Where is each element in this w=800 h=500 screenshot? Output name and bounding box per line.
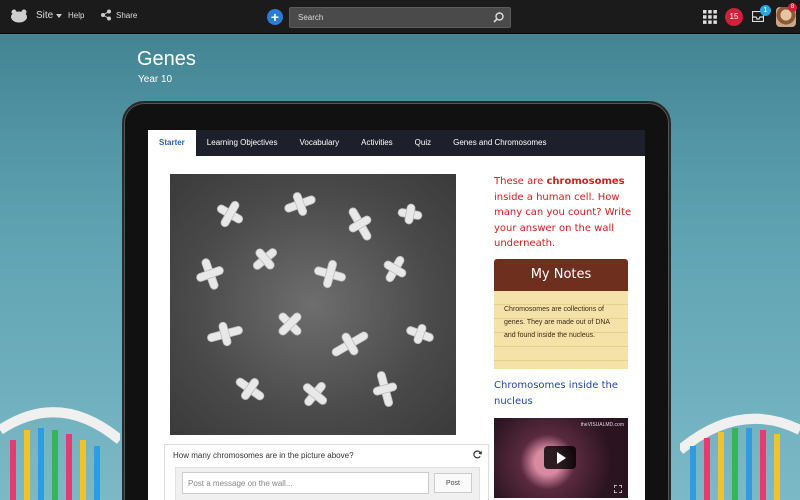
site-menu-button[interactable]: Site	[36, 10, 63, 21]
starter-instructions: These are chromosomes inside a human cel…	[494, 174, 634, 252]
notes-title: My Notes	[494, 259, 628, 291]
wall-question: How many chromosomes are in the picture …	[173, 451, 354, 460]
video-title: Chromosomes inside the nucleus	[494, 380, 618, 407]
lesson-screen: Starter Learning Objectives Vocabulary A…	[148, 130, 645, 500]
search-icon[interactable]	[493, 12, 504, 23]
inbox-count-badge: 1	[760, 5, 771, 16]
notifications-badge[interactable]: 15	[725, 8, 743, 26]
search-input[interactable]	[290, 8, 480, 27]
tab-activities[interactable]: Activities	[350, 130, 404, 156]
wall-message-input[interactable]	[182, 472, 429, 494]
page-subtitle: Year 10	[138, 74, 173, 85]
refresh-icon[interactable]	[473, 450, 482, 459]
video-player[interactable]: theVISUALMD.com	[494, 418, 628, 498]
dna-right-decoration	[680, 413, 800, 500]
lesson-tabs: Starter Learning Objectives Vocabulary A…	[148, 130, 645, 156]
chevron-down-icon	[56, 13, 63, 18]
discussion-wall: How many chromosomes are in the picture …	[164, 444, 489, 500]
tab-quiz[interactable]: Quiz	[404, 130, 442, 156]
fullscreen-icon[interactable]	[614, 485, 622, 493]
tab-learning-objectives[interactable]: Learning Objectives	[196, 130, 289, 156]
logo-icon[interactable]	[10, 9, 28, 23]
add-button[interactable]: +	[267, 9, 283, 25]
help-link[interactable]: Help	[68, 11, 84, 20]
chromosome-illustration	[196, 192, 434, 407]
site-menu-label: Site	[36, 10, 54, 21]
wall-composer: Post	[175, 467, 480, 500]
share-button[interactable]: Share	[100, 9, 137, 21]
video-brand: theVISUALMD.com	[580, 422, 624, 428]
intro-text-bold: chromosomes	[546, 176, 625, 187]
tab-vocabulary[interactable]: Vocabulary	[289, 130, 351, 156]
top-bar: Site Help Share + 15 1 8	[0, 0, 800, 34]
plus-icon: +	[270, 9, 280, 25]
notes-text: Chromosomes are collections of genes. Th…	[494, 291, 628, 369]
play-icon[interactable]	[544, 446, 576, 469]
notes-card: My Notes Chromosomes are collections of …	[494, 259, 628, 369]
dna-left-decoration	[0, 407, 120, 500]
share-icon	[101, 9, 111, 21]
tab-genes-and-chromosomes[interactable]: Genes and Chromosomes	[442, 130, 557, 156]
page-title: Genes	[137, 48, 196, 70]
chromosome-photo	[170, 174, 456, 435]
apps-grid-icon[interactable]	[703, 10, 717, 24]
post-button[interactable]: Post	[434, 473, 472, 493]
profile-count-badge: 8	[788, 3, 797, 12]
intro-text-start: These are	[494, 176, 547, 187]
tab-starter[interactable]: Starter	[148, 130, 196, 156]
search-bar	[289, 7, 511, 28]
share-label: Share	[116, 10, 138, 20]
intro-text-end: inside a human cell. How many can you co…	[494, 191, 632, 250]
